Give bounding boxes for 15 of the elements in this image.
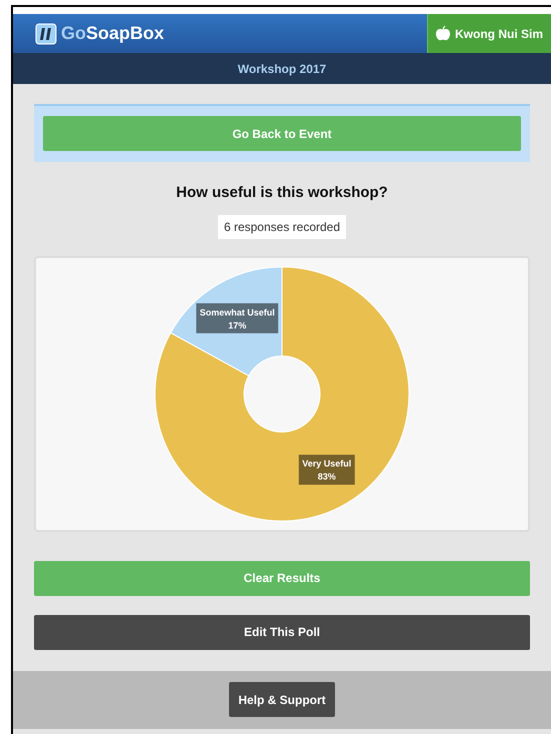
slice-label: Somewhat Useful <box>200 306 275 317</box>
response-count: 6 responses recorded <box>218 214 346 238</box>
data-label: 17% <box>228 320 246 330</box>
slice-label: Very Useful 83% <box>298 454 355 484</box>
data-label: 83% <box>318 471 336 482</box>
action-button[interactable]: Edit This Poll <box>34 614 530 650</box>
help-button[interactable]: Help & Support <box>229 682 335 717</box>
apple-icon <box>436 26 450 41</box>
brand-logo[interactable]: GoSoapBox <box>61 20 164 47</box>
slice-label: Somewhat Useful 17% <box>196 302 278 333</box>
logo-icon <box>35 22 57 44</box>
slice-label: Very Useful <box>302 458 352 468</box>
event-title: Workshop 2017 <box>238 60 326 78</box>
poll-question: How useful is this workshop? <box>175 183 389 203</box>
user-menu[interactable]: Kwong Nui Sim <box>427 14 551 53</box>
